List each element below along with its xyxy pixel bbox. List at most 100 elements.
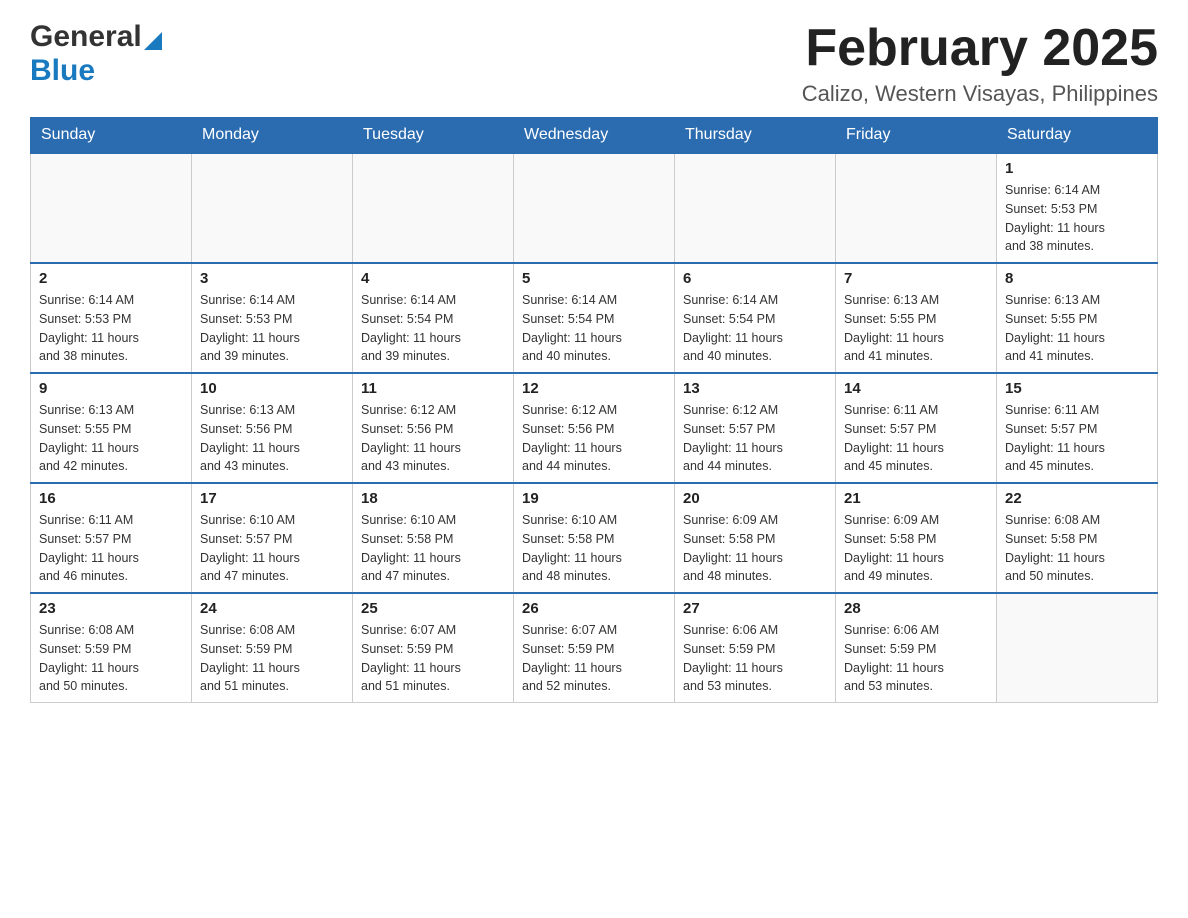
calendar-cell: 9 Sunrise: 6:13 AM Sunset: 5:55 PM Daylig… — [31, 373, 192, 483]
weekday-header-tuesday: Tuesday — [353, 118, 514, 154]
day-info: Sunrise: 6:10 AM Sunset: 5:58 PM Dayligh… — [361, 511, 505, 586]
calendar-cell: 14Sunrise: 6:11 AM Sunset: 5:57 PM Dayli… — [836, 373, 997, 483]
day-info: Sunrise: 6:08 AM Sunset: 5:58 PM Dayligh… — [1005, 511, 1149, 586]
calendar-cell: 13Sunrise: 6:12 AM Sunset: 5:57 PM Dayli… — [675, 373, 836, 483]
calendar-cell — [353, 153, 514, 263]
weekday-header-friday: Friday — [836, 118, 997, 154]
calendar-cell — [514, 153, 675, 263]
weekday-header-monday: Monday — [192, 118, 353, 154]
calendar-cell: 17 Sunrise: 6:10 AM Sunset: 5:57 PM Dayli… — [192, 483, 353, 593]
calendar-cell: 18 Sunrise: 6:10 AM Sunset: 5:58 PM Dayli… — [353, 483, 514, 593]
day-number: 18 — [361, 490, 505, 507]
calendar-cell: 12 Sunrise: 6:12 AM Sunset: 5:56 PM Dayli… — [514, 373, 675, 483]
day-info: Sunrise: 6:06 AM Sunset: 5:59 PM Dayligh… — [844, 621, 988, 696]
day-number: 10 — [200, 380, 344, 397]
day-info: Sunrise: 6:08 AM Sunset: 5:59 PM Dayligh… — [200, 621, 344, 696]
day-info: Sunrise: 6:09 AM Sunset: 5:58 PM Dayligh… — [683, 511, 827, 586]
calendar-cell — [836, 153, 997, 263]
day-info: Sunrise: 6:12 AM Sunset: 5:56 PM Dayligh… — [361, 401, 505, 476]
day-number: 14 — [844, 380, 988, 397]
weekday-header-thursday: Thursday — [675, 118, 836, 154]
calendar-week-row: 9 Sunrise: 6:13 AM Sunset: 5:55 PM Daylig… — [31, 373, 1158, 483]
calendar-week-row: 1 Sunrise: 6:14 AM Sunset: 5:53 PM Daylig… — [31, 153, 1158, 263]
day-number: 2 — [39, 270, 183, 287]
calendar-cell: 24Sunrise: 6:08 AM Sunset: 5:59 PM Dayli… — [192, 593, 353, 703]
calendar-week-row: 16 Sunrise: 6:11 AM Sunset: 5:57 PM Dayli… — [31, 483, 1158, 593]
day-info: Sunrise: 6:12 AM Sunset: 5:57 PM Dayligh… — [683, 401, 827, 476]
calendar-cell: 22Sunrise: 6:08 AM Sunset: 5:58 PM Dayli… — [997, 483, 1158, 593]
day-number: 5 — [522, 270, 666, 287]
calendar-cell — [997, 593, 1158, 703]
day-number: 25 — [361, 600, 505, 617]
calendar-header-row: SundayMondayTuesdayWednesdayThursdayFrid… — [31, 118, 1158, 154]
day-number: 20 — [683, 490, 827, 507]
day-number: 17 — [200, 490, 344, 507]
weekday-header-saturday: Saturday — [997, 118, 1158, 154]
day-info: Sunrise: 6:14 AM Sunset: 5:53 PM Dayligh… — [200, 291, 344, 366]
day-number: 11 — [361, 380, 505, 397]
calendar-table: SundayMondayTuesdayWednesdayThursdayFrid… — [30, 117, 1158, 703]
calendar-cell: 2 Sunrise: 6:14 AM Sunset: 5:53 PM Daylig… — [31, 263, 192, 373]
day-info: Sunrise: 6:07 AM Sunset: 5:59 PM Dayligh… — [522, 621, 666, 696]
day-info: Sunrise: 6:14 AM Sunset: 5:53 PM Dayligh… — [39, 291, 183, 366]
logo-general-text: General — [30, 20, 142, 54]
day-info: Sunrise: 6:14 AM Sunset: 5:54 PM Dayligh… — [522, 291, 666, 366]
calendar-cell: 23 Sunrise: 6:08 AM Sunset: 5:59 PM Dayli… — [31, 593, 192, 703]
day-number: 1 — [1005, 160, 1149, 177]
day-info: Sunrise: 6:08 AM Sunset: 5:59 PM Dayligh… — [39, 621, 183, 696]
calendar-cell: 21 Sunrise: 6:09 AM Sunset: 5:58 PM Dayli… — [836, 483, 997, 593]
day-info: Sunrise: 6:10 AM Sunset: 5:57 PM Dayligh… — [200, 511, 344, 586]
day-info: Sunrise: 6:10 AM Sunset: 5:58 PM Dayligh… — [522, 511, 666, 586]
calendar-cell: 28 Sunrise: 6:06 AM Sunset: 5:59 PM Dayli… — [836, 593, 997, 703]
calendar-week-row: 23 Sunrise: 6:08 AM Sunset: 5:59 PM Dayli… — [31, 593, 1158, 703]
weekday-header-wednesday: Wednesday — [514, 118, 675, 154]
calendar-cell: 1 Sunrise: 6:14 AM Sunset: 5:53 PM Daylig… — [997, 153, 1158, 263]
day-number: 27 — [683, 600, 827, 617]
logo: General Blue — [30, 20, 162, 88]
calendar-cell: 26 Sunrise: 6:07 AM Sunset: 5:59 PM Dayli… — [514, 593, 675, 703]
calendar-cell: 7 Sunrise: 6:13 AM Sunset: 5:55 PM Daylig… — [836, 263, 997, 373]
day-info: Sunrise: 6:13 AM Sunset: 5:55 PM Dayligh… — [1005, 291, 1149, 366]
calendar-cell: 19 Sunrise: 6:10 AM Sunset: 5:58 PM Dayli… — [514, 483, 675, 593]
calendar-cell: 20 Sunrise: 6:09 AM Sunset: 5:58 PM Dayli… — [675, 483, 836, 593]
calendar-cell: 3Sunrise: 6:14 AM Sunset: 5:53 PM Daylig… — [192, 263, 353, 373]
calendar-cell: 11 Sunrise: 6:12 AM Sunset: 5:56 PM Dayli… — [353, 373, 514, 483]
day-info: Sunrise: 6:14 AM Sunset: 5:54 PM Dayligh… — [361, 291, 505, 366]
calendar-cell — [675, 153, 836, 263]
weekday-header-sunday: Sunday — [31, 118, 192, 154]
day-info: Sunrise: 6:12 AM Sunset: 5:56 PM Dayligh… — [522, 401, 666, 476]
day-info: Sunrise: 6:11 AM Sunset: 5:57 PM Dayligh… — [39, 511, 183, 586]
day-number: 21 — [844, 490, 988, 507]
day-number: 6 — [683, 270, 827, 287]
day-number: 28 — [844, 600, 988, 617]
calendar-cell — [31, 153, 192, 263]
day-number: 7 — [844, 270, 988, 287]
calendar-cell: 4 Sunrise: 6:14 AM Sunset: 5:54 PM Daylig… — [353, 263, 514, 373]
calendar-cell: 5 Sunrise: 6:14 AM Sunset: 5:54 PM Daylig… — [514, 263, 675, 373]
calendar-title: February 2025 — [802, 20, 1158, 77]
calendar-cell: 10 Sunrise: 6:13 AM Sunset: 5:56 PM Dayli… — [192, 373, 353, 483]
title-block: February 2025 Calizo, Western Visayas, P… — [802, 20, 1158, 107]
day-number: 19 — [522, 490, 666, 507]
calendar-cell: 6 Sunrise: 6:14 AM Sunset: 5:54 PM Daylig… — [675, 263, 836, 373]
day-number: 4 — [361, 270, 505, 287]
day-number: 26 — [522, 600, 666, 617]
calendar-cell: 25 Sunrise: 6:07 AM Sunset: 5:59 PM Dayli… — [353, 593, 514, 703]
day-info: Sunrise: 6:07 AM Sunset: 5:59 PM Dayligh… — [361, 621, 505, 696]
day-number: 15 — [1005, 380, 1149, 397]
day-info: Sunrise: 6:13 AM Sunset: 5:55 PM Dayligh… — [39, 401, 183, 476]
day-info: Sunrise: 6:11 AM Sunset: 5:57 PM Dayligh… — [1005, 401, 1149, 476]
day-number: 9 — [39, 380, 183, 397]
logo-blue-text: Blue — [30, 54, 95, 88]
day-info: Sunrise: 6:14 AM Sunset: 5:54 PM Dayligh… — [683, 291, 827, 366]
day-number: 12 — [522, 380, 666, 397]
calendar-cell — [192, 153, 353, 263]
day-info: Sunrise: 6:13 AM Sunset: 5:56 PM Dayligh… — [200, 401, 344, 476]
day-info: Sunrise: 6:13 AM Sunset: 5:55 PM Dayligh… — [844, 291, 988, 366]
day-number: 23 — [39, 600, 183, 617]
day-number: 16 — [39, 490, 183, 507]
day-info: Sunrise: 6:09 AM Sunset: 5:58 PM Dayligh… — [844, 511, 988, 586]
calendar-week-row: 2 Sunrise: 6:14 AM Sunset: 5:53 PM Daylig… — [31, 263, 1158, 373]
day-info: Sunrise: 6:06 AM Sunset: 5:59 PM Dayligh… — [683, 621, 827, 696]
day-info: Sunrise: 6:14 AM Sunset: 5:53 PM Dayligh… — [1005, 181, 1149, 256]
